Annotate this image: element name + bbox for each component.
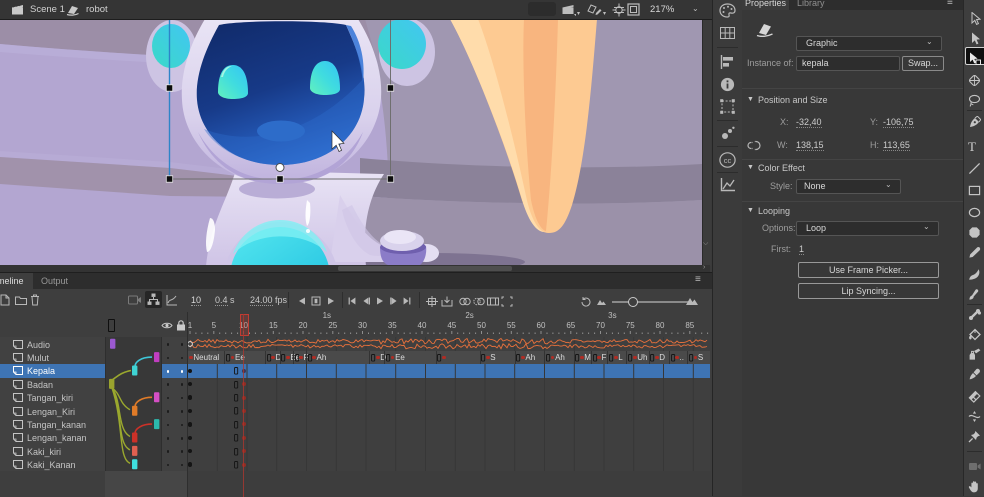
svg-text:cc: cc	[724, 156, 732, 165]
